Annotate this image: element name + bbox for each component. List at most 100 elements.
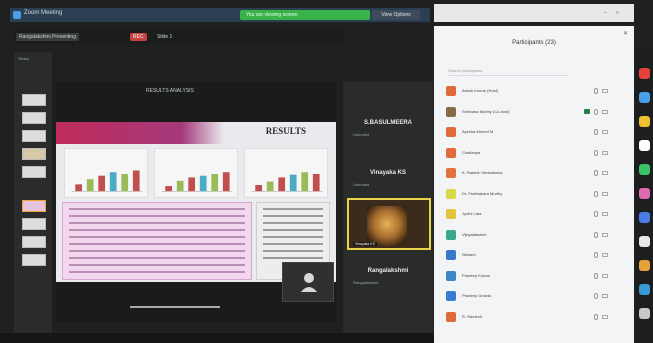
video-off-icon[interactable] [602,171,608,175]
video-tile-participant[interactable]: Vinayaka KS Unmuted [347,170,429,187]
mic-muted-icon[interactable] [594,88,598,94]
participant-row[interactable]: Vijayalakshmi [434,228,634,242]
mic-muted-icon[interactable] [594,252,598,258]
slide-thumbnail[interactable] [22,166,46,178]
slide-thumbnail[interactable] [22,112,46,124]
participant-row[interactable]: Srinivasa Murthy (Co-host) [434,105,634,119]
participant-row[interactable]: Jyothi Lata [434,207,634,221]
scroll-indicator[interactable] [130,306,220,308]
dock-app-icon[interactable] [639,284,650,295]
mic-muted-icon[interactable] [594,272,598,279]
slide-thumbnail[interactable] [22,130,46,142]
participant-avatar [446,229,456,240]
mic-muted-icon[interactable] [594,129,598,135]
video-off-icon[interactable] [602,89,608,93]
video-off-icon[interactable] [602,191,608,196]
mic-muted-icon[interactable] [594,149,598,156]
participant-avatar [446,188,456,199]
dock-app-icon[interactable] [639,236,650,247]
view-options-button[interactable]: View Options [372,10,420,20]
sharing-banner[interactable]: You are viewing screen [240,10,370,20]
chart-bar [132,170,140,192]
dock-app-icon[interactable] [639,164,650,175]
participant-row[interactable]: Pradeep Gowda [434,289,634,303]
presentation-slide: RESULTS [56,122,336,282]
chart-bar [75,184,82,192]
chart-bar [266,181,274,192]
minimize-icon[interactable]: – [604,10,607,16]
participant-name: Dr. Prabhakara Murthy [462,190,503,196]
participant-row[interactable]: Dr. Prabhakara Murthy [434,187,634,201]
slide-thumbnail-selected[interactable] [22,200,46,212]
slide-thumbnail[interactable] [22,236,46,248]
zoom-title-bar: Zoom Meeting You are viewing screen View… [10,8,430,22]
slides-panel-label: Slides [18,56,29,61]
chart-bar [165,186,172,192]
app-dock [636,50,653,343]
slide-thumbnail[interactable] [22,254,46,266]
participant-name: R. Ramesh [462,313,483,319]
slide-thumbnail[interactable] [22,218,46,230]
dock-app-icon[interactable] [639,260,650,271]
video-off-icon[interactable] [602,253,608,257]
participant-name: Ayesha Ahmed M [462,129,494,134]
participant-row[interactable]: Pradeep Kumar [434,269,634,283]
dock-app-icon[interactable] [639,212,650,223]
video-off-icon[interactable] [602,130,608,134]
slide-thumbnail-panel: Slides [14,52,52,342]
video-tile-participant[interactable]: Rangalakshmi Rangalakshmi [347,268,429,285]
dock-app-icon[interactable] [639,308,650,319]
slide-thumbnail[interactable] [22,148,46,160]
dock-app-icon[interactable] [639,140,650,151]
participants-search-input[interactable]: Search participants [448,66,568,76]
dock-app-icon[interactable] [639,188,650,199]
zoom-icon [13,11,21,19]
maximize-icon[interactable]: □ [616,10,619,16]
participant-status: Unmuted [353,182,370,187]
video-off-icon[interactable] [602,314,608,319]
tab-slide[interactable]: Slide 1 [154,33,175,41]
mic-muted-icon[interactable] [594,170,598,176]
chart-bar [188,177,196,192]
participant-row[interactable]: K. Rakesh Venkatesha [434,166,634,180]
dock-app-icon[interactable] [639,116,650,127]
chart-bar [86,179,94,192]
mic-muted-icon[interactable] [594,231,598,238]
video-off-icon[interactable] [602,150,608,155]
video-off-icon[interactable] [602,212,608,216]
participants-title: Participants (23) [512,40,556,46]
dock-app-icon[interactable] [639,68,650,79]
video-off-icon[interactable] [602,273,608,278]
result-chart-1 [64,148,148,198]
slide-thumbnail[interactable] [22,94,46,106]
dock-app-icon[interactable] [639,92,650,103]
mic-muted-icon[interactable] [594,108,598,115]
chart-bar [301,172,309,192]
mic-muted-icon[interactable] [594,190,598,197]
participant-row[interactable]: Ashok Kumar (Host) [434,84,634,98]
participant-row[interactable]: Nishant [434,248,634,262]
participants-panel: ✕ Participants (23) Search participants … [434,26,634,343]
video-gallery-panel: S.BASULMEERA Unmuted Vinayaka KS Unmuted… [343,82,433,342]
active-camera-tile[interactable]: Vinayaka KS [347,198,431,250]
participant-row[interactable]: R. Ramesh [434,310,634,324]
video-off-icon[interactable] [602,109,608,114]
mic-muted-icon[interactable] [594,293,598,299]
participant-name: Vijayalakshmi [462,231,487,237]
self-view-tile[interactable] [282,262,334,302]
tab-presenting[interactable]: Rangalakshmi Presenting [16,33,79,41]
participant-name: Pradeep Gowda [462,293,491,298]
screen: Zoom Meeting You are viewing screen View… [0,0,653,343]
participant-row[interactable]: Ayesha Ahmed M [434,125,634,139]
chart-bar [289,174,297,192]
app-title: Zoom Meeting [24,10,63,16]
mic-muted-icon[interactable] [594,211,598,217]
video-off-icon[interactable] [602,294,608,298]
participant-avatar [446,127,456,137]
participant-row[interactable]: Chaitanya [434,146,634,160]
video-off-icon[interactable] [602,232,608,237]
mic-muted-icon[interactable] [594,313,598,320]
close-icon[interactable]: ✕ [623,30,628,37]
chart-bar [121,173,129,192]
video-tile-participant[interactable]: S.BASULMEERA Unmuted [347,120,429,137]
